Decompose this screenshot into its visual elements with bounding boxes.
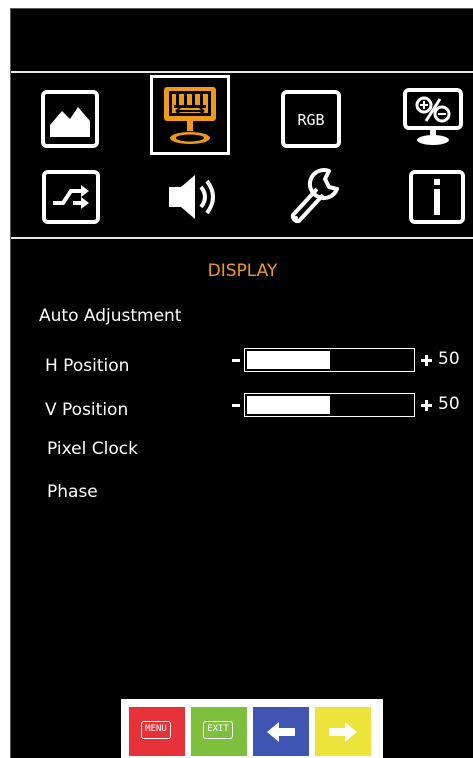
exit-button-label: EXIT <box>203 721 233 739</box>
h-position-slider[interactable]: 50 <box>232 348 472 374</box>
v-position-fill <box>247 396 330 414</box>
picture-icon[interactable] <box>40 89 100 149</box>
v-position-label[interactable]: V Position <box>45 400 128 420</box>
button-bar: MENU EXIT <box>121 699 383 758</box>
audio-icon[interactable] <box>163 169 225 225</box>
setup-icon[interactable] <box>283 165 345 229</box>
minus-icon <box>232 359 240 362</box>
right-button[interactable] <box>315 707 371 756</box>
rgb-icon[interactable]: RGB <box>280 89 342 149</box>
h-position-label[interactable]: H Position <box>45 356 129 376</box>
h-position-bar <box>244 348 415 372</box>
input-icon[interactable] <box>41 169 101 225</box>
info-icon[interactable] <box>408 169 466 225</box>
arrow-left-icon <box>267 722 295 742</box>
left-button[interactable] <box>253 707 309 756</box>
exit-button[interactable]: EXIT <box>191 707 247 756</box>
arrow-right-icon <box>329 722 357 742</box>
pixel-clock-item[interactable]: Pixel Clock <box>47 439 138 459</box>
menu-button[interactable]: MENU <box>129 707 185 756</box>
phase-item[interactable]: Phase <box>47 482 98 502</box>
plus-icon <box>421 355 432 366</box>
h-position-fill <box>247 351 330 369</box>
display-icon[interactable] <box>160 83 220 149</box>
menu-icon-panel: RGB <box>11 71 473 239</box>
minus-icon <box>232 404 240 407</box>
v-position-slider[interactable]: 50 <box>232 393 472 419</box>
osd-menu-window: RGB DISPLAY Auto Adjustment H Position 5… <box>10 8 473 758</box>
svg-text:RGB: RGB <box>297 111 324 129</box>
h-position-value: 50 <box>438 349 460 369</box>
menu-button-label: MENU <box>141 721 171 739</box>
plus-icon <box>421 400 432 411</box>
pip-icon[interactable] <box>402 87 464 147</box>
v-position-value: 50 <box>438 394 460 414</box>
auto-adjustment-item[interactable]: Auto Adjustment <box>39 306 181 326</box>
menu-title: DISPLAY <box>207 261 278 281</box>
v-position-bar <box>244 393 415 417</box>
